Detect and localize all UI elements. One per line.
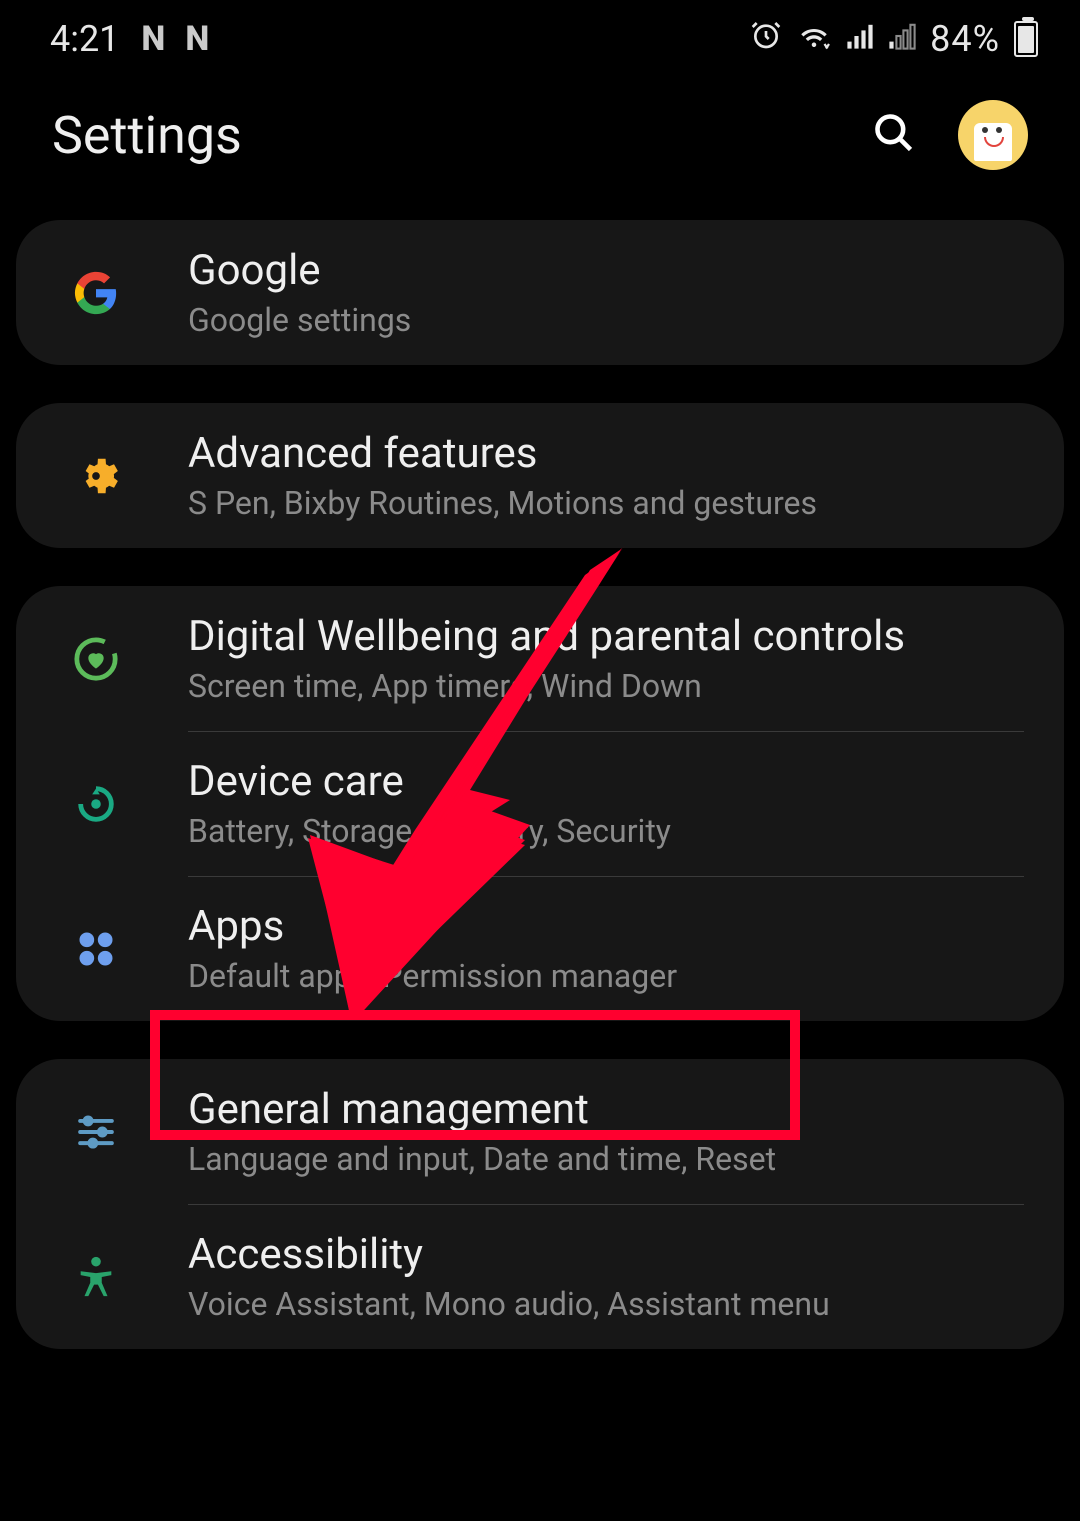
settings-group: General management Language and input, D…: [16, 1059, 1064, 1349]
settings-item-accessibility[interactable]: Accessibility Voice Assistant, Mono audi…: [16, 1204, 1064, 1349]
settings-item-advanced-features[interactable]: Advanced features S Pen, Bixby Routines,…: [16, 403, 1064, 548]
google-icon: [72, 269, 120, 317]
notification-icon: N: [185, 19, 207, 59]
item-subtitle: Screen time, App timers, Wind Down: [188, 667, 905, 705]
status-left: 4:21 N N: [50, 18, 207, 60]
settings-header: Settings: [0, 70, 1080, 220]
search-icon[interactable]: [872, 111, 916, 159]
status-time: 4:21: [50, 18, 119, 60]
refresh-circle-icon: [72, 780, 120, 828]
status-right: 84%: [750, 18, 1038, 60]
page-title: Settings: [52, 105, 242, 166]
wifi-icon: [796, 18, 832, 60]
settings-content[interactable]: Google Google settings Advanced features…: [0, 220, 1080, 1349]
gear-icon: [72, 452, 120, 500]
signal-icon-2: [888, 18, 916, 60]
apps-grid-icon: [72, 925, 120, 973]
item-title: General management: [188, 1085, 776, 1134]
alarm-icon: [750, 18, 782, 60]
accessibility-icon: [72, 1253, 120, 1301]
settings-item-google[interactable]: Google Google settings: [16, 220, 1064, 365]
battery-icon: [1014, 21, 1038, 57]
settings-group: Digital Wellbeing and parental controls …: [16, 586, 1064, 1021]
status-bar: 4:21 N N 84%: [0, 0, 1080, 70]
settings-group: Advanced features S Pen, Bixby Routines,…: [16, 403, 1064, 548]
item-subtitle: Voice Assistant, Mono audio, Assistant m…: [188, 1285, 830, 1323]
header-actions: [872, 100, 1028, 170]
item-subtitle: Language and input, Date and time, Reset: [188, 1140, 776, 1178]
item-subtitle: Battery, Storage, Memory, Security: [188, 812, 671, 850]
settings-item-general-management[interactable]: General management Language and input, D…: [16, 1059, 1064, 1204]
item-subtitle: Google settings: [188, 301, 411, 339]
battery-percent: 84%: [930, 18, 1000, 60]
item-title: Accessibility: [188, 1230, 830, 1279]
item-title: Digital Wellbeing and parental controls: [188, 612, 905, 661]
item-subtitle: Default apps, Permission manager: [188, 957, 677, 995]
item-title: Apps: [188, 902, 677, 951]
item-title: Google: [188, 246, 411, 295]
item-title: Advanced features: [188, 429, 817, 478]
avatar[interactable]: [958, 100, 1028, 170]
settings-item-digital-wellbeing[interactable]: Digital Wellbeing and parental controls …: [16, 586, 1064, 731]
item-subtitle: S Pen, Bixby Routines, Motions and gestu…: [188, 484, 817, 522]
notification-icon: N: [141, 19, 163, 59]
heart-circle-icon: [72, 635, 120, 683]
settings-item-apps[interactable]: Apps Default apps, Permission manager: [16, 876, 1064, 1021]
item-title: Device care: [188, 757, 671, 806]
settings-item-device-care[interactable]: Device care Battery, Storage, Memory, Se…: [16, 731, 1064, 876]
signal-icon: [846, 18, 874, 60]
settings-group: Google Google settings: [16, 220, 1064, 365]
sliders-icon: [72, 1108, 120, 1156]
